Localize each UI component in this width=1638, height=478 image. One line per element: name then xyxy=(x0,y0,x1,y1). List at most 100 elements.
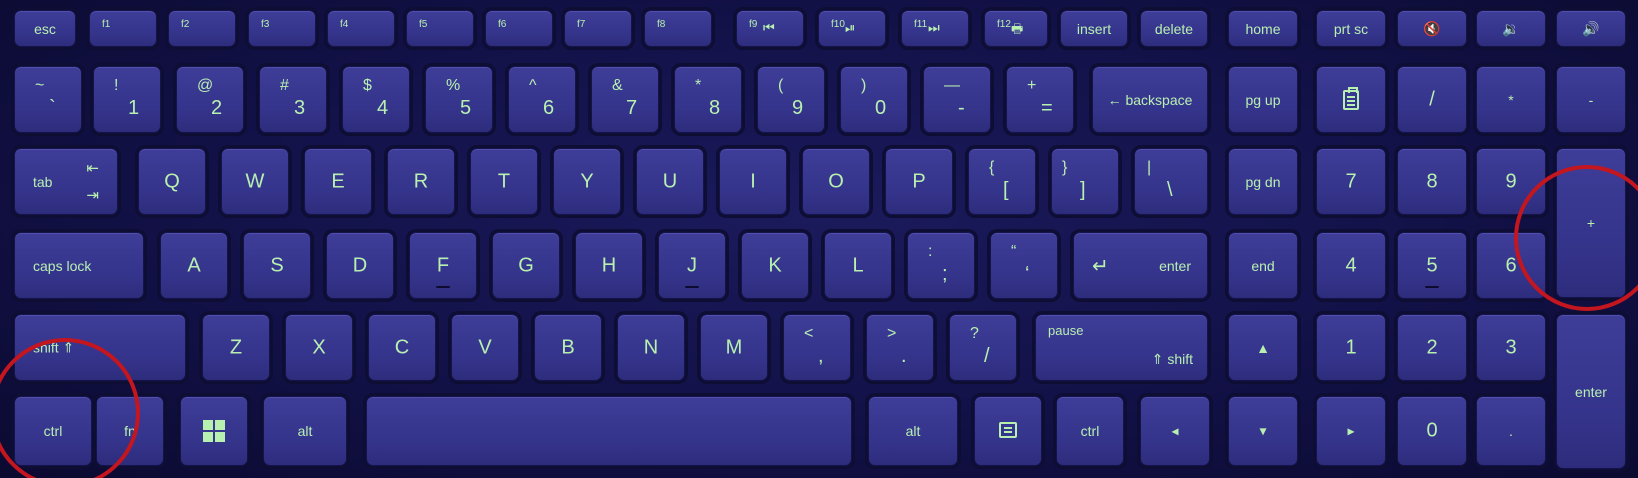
key-f[interactable]: F xyxy=(409,232,477,299)
key-a[interactable]: A xyxy=(160,232,228,299)
tab-key[interactable]: tab ⇤ ⇥ xyxy=(14,148,118,215)
equals-key[interactable]: + = xyxy=(1006,66,1074,133)
end-key[interactable]: end xyxy=(1228,232,1298,299)
key-4[interactable]: $4 xyxy=(342,66,410,133)
key-c[interactable]: C xyxy=(368,314,436,381)
home-key[interactable]: home xyxy=(1228,10,1298,47)
left-bracket-key[interactable]: {[ xyxy=(968,148,1036,215)
right-bracket-key[interactable]: }] xyxy=(1051,148,1119,215)
numpad-7-key[interactable]: 7 xyxy=(1316,148,1386,215)
numpad-multiply-key[interactable]: * xyxy=(1476,66,1546,133)
key-i[interactable]: I xyxy=(719,148,787,215)
backtick-key[interactable]: ~ ` xyxy=(14,66,82,133)
key-p[interactable]: P xyxy=(885,148,953,215)
key-h[interactable]: H xyxy=(575,232,643,299)
key-1[interactable]: ! 1 xyxy=(93,66,161,133)
key-k[interactable]: K xyxy=(741,232,809,299)
menu-key[interactable] xyxy=(974,396,1042,466)
backslash-key[interactable]: | \ xyxy=(1134,148,1208,215)
key-b[interactable]: B xyxy=(534,314,602,381)
pg-dn-key[interactable]: pg dn xyxy=(1228,148,1298,215)
key-z[interactable]: Z xyxy=(202,314,270,381)
backspace-key[interactable]: ← backspace xyxy=(1092,66,1208,133)
volume-up-key[interactable]: 🔊 xyxy=(1556,10,1626,47)
enter-key[interactable]: ↵ enter xyxy=(1073,232,1208,299)
f3-key[interactable]: f3 xyxy=(248,10,316,47)
arrow-down-key[interactable]: ▾ xyxy=(1228,396,1298,466)
key-n[interactable]: N xyxy=(617,314,685,381)
right-alt-key[interactable]: alt xyxy=(868,396,958,466)
key-e[interactable]: E xyxy=(304,148,372,215)
f10-play-pause-key[interactable]: f10 ⏯ xyxy=(818,10,886,47)
key-3[interactable]: #3 xyxy=(259,66,327,133)
key-r[interactable]: R xyxy=(387,148,455,215)
f7-key[interactable]: f7 xyxy=(564,10,632,47)
numpad-1-key[interactable]: 1 xyxy=(1316,314,1386,381)
key-o[interactable]: O xyxy=(802,148,870,215)
f4-key[interactable]: f4 xyxy=(327,10,395,47)
period-key[interactable]: >. xyxy=(866,314,934,381)
numpad-enter-key[interactable]: enter xyxy=(1556,314,1626,469)
numpad-9-key[interactable]: 9 xyxy=(1476,148,1546,215)
numpad-4-key[interactable]: 4 xyxy=(1316,232,1386,299)
key-7[interactable]: & 7 xyxy=(591,66,659,133)
numpad-minus-key[interactable]: - xyxy=(1556,66,1626,133)
minus-key[interactable]: — - xyxy=(923,66,991,133)
key-q[interactable]: Q xyxy=(138,148,206,215)
arrow-right-key[interactable]: ▸ xyxy=(1316,396,1386,466)
key-9[interactable]: (9 xyxy=(757,66,825,133)
f12-print-key[interactable]: f12 🖶 xyxy=(984,10,1048,47)
key-d[interactable]: D xyxy=(326,232,394,299)
key-y[interactable]: Y xyxy=(553,148,621,215)
key-m[interactable]: M xyxy=(700,314,768,381)
quote-key[interactable]: “‘ xyxy=(990,232,1058,299)
f9-previous-track-key[interactable]: f9 ⏮ xyxy=(736,10,804,47)
key-v[interactable]: V xyxy=(451,314,519,381)
key-w[interactable]: W xyxy=(221,148,289,215)
f1-key[interactable]: f1 xyxy=(89,10,157,47)
mute-key[interactable]: 🔇 xyxy=(1397,10,1467,47)
numpad-plus-key[interactable]: + xyxy=(1556,148,1626,298)
volume-down-key[interactable]: 🔉 xyxy=(1476,10,1546,47)
key-u[interactable]: U xyxy=(636,148,704,215)
key-5[interactable]: % 5 xyxy=(425,66,493,133)
numpad-0-key[interactable]: 0 xyxy=(1397,396,1467,466)
left-alt-key[interactable]: alt xyxy=(263,396,347,466)
numpad-divide-key[interactable]: / xyxy=(1397,66,1467,133)
numpad-2-key[interactable]: 2 xyxy=(1397,314,1467,381)
comma-key[interactable]: <, xyxy=(783,314,851,381)
windows-key[interactable] xyxy=(180,396,248,466)
spacebar[interactable] xyxy=(366,396,852,466)
pg-up-key[interactable]: pg up xyxy=(1228,66,1298,133)
insert-key[interactable]: insert xyxy=(1060,10,1128,47)
numpad-decimal-key[interactable]: . xyxy=(1476,396,1546,466)
key-j[interactable]: J xyxy=(658,232,726,299)
key-x[interactable]: X xyxy=(285,314,353,381)
esc-key[interactable]: esc xyxy=(14,10,76,47)
right-ctrl-key[interactable]: ctrl xyxy=(1056,396,1124,466)
fn-key[interactable]: fn xyxy=(96,396,164,466)
semicolon-key[interactable]: :; xyxy=(907,232,975,299)
f5-key[interactable]: f5 xyxy=(406,10,474,47)
key-6[interactable]: ^ 6 xyxy=(508,66,576,133)
key-0[interactable]: ) 0 xyxy=(840,66,908,133)
numpad-5-key[interactable]: 5 xyxy=(1397,232,1467,299)
f6-key[interactable]: f6 xyxy=(485,10,553,47)
calculator-key[interactable] xyxy=(1316,66,1386,133)
key-l[interactable]: L xyxy=(824,232,892,299)
left-shift-key[interactable]: shift ⇑ xyxy=(14,314,186,381)
f2-key[interactable]: f2 xyxy=(168,10,236,47)
key-g[interactable]: G xyxy=(492,232,560,299)
key-t[interactable]: T xyxy=(470,148,538,215)
f11-next-track-key[interactable]: f11 ⏭ xyxy=(901,10,969,47)
numpad-3-key[interactable]: 3 xyxy=(1476,314,1546,381)
key-8[interactable]: * 8 xyxy=(674,66,742,133)
right-shift-key[interactable]: pause ⇑ shift xyxy=(1035,314,1208,381)
prt-sc-key[interactable]: prt sc xyxy=(1316,10,1386,47)
f8-key[interactable]: f8 xyxy=(644,10,712,47)
delete-key[interactable]: delete xyxy=(1140,10,1208,47)
key-2[interactable]: @2 xyxy=(176,66,244,133)
key-s[interactable]: S xyxy=(243,232,311,299)
numpad-6-key[interactable]: 6 xyxy=(1476,232,1546,299)
arrow-up-key[interactable]: ▲ xyxy=(1228,314,1298,381)
